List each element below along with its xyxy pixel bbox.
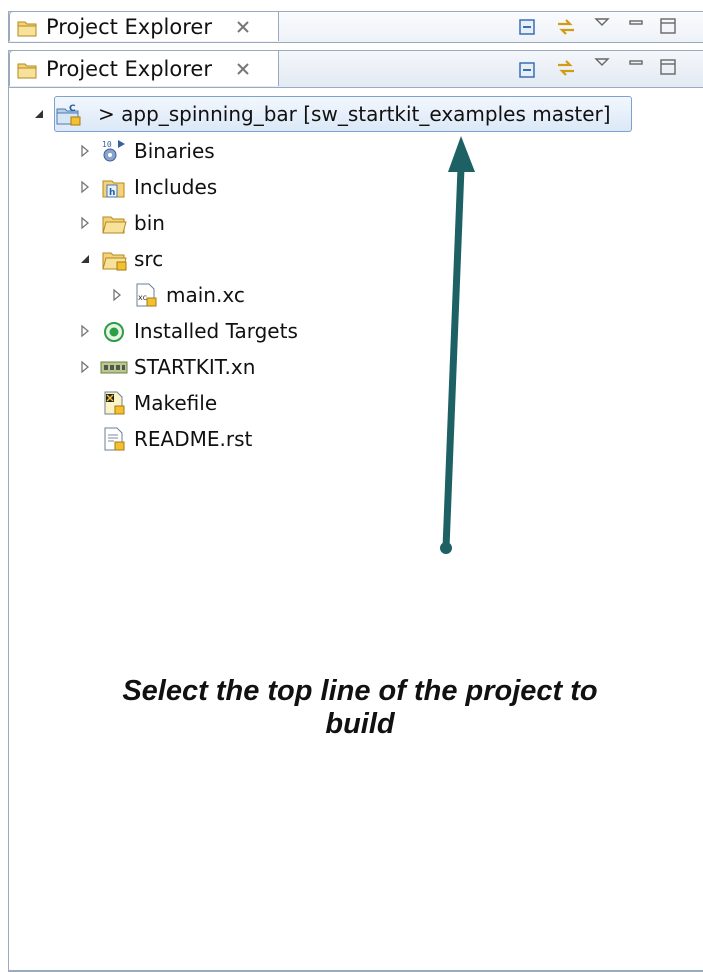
- annotation-line-1: Select the top line of the project to: [122, 675, 598, 707]
- annotation-arrow: [440, 136, 475, 554]
- annotation-text: Select the top line of the project to bu…: [90, 675, 630, 741]
- annotation-line-2: build: [325, 708, 395, 740]
